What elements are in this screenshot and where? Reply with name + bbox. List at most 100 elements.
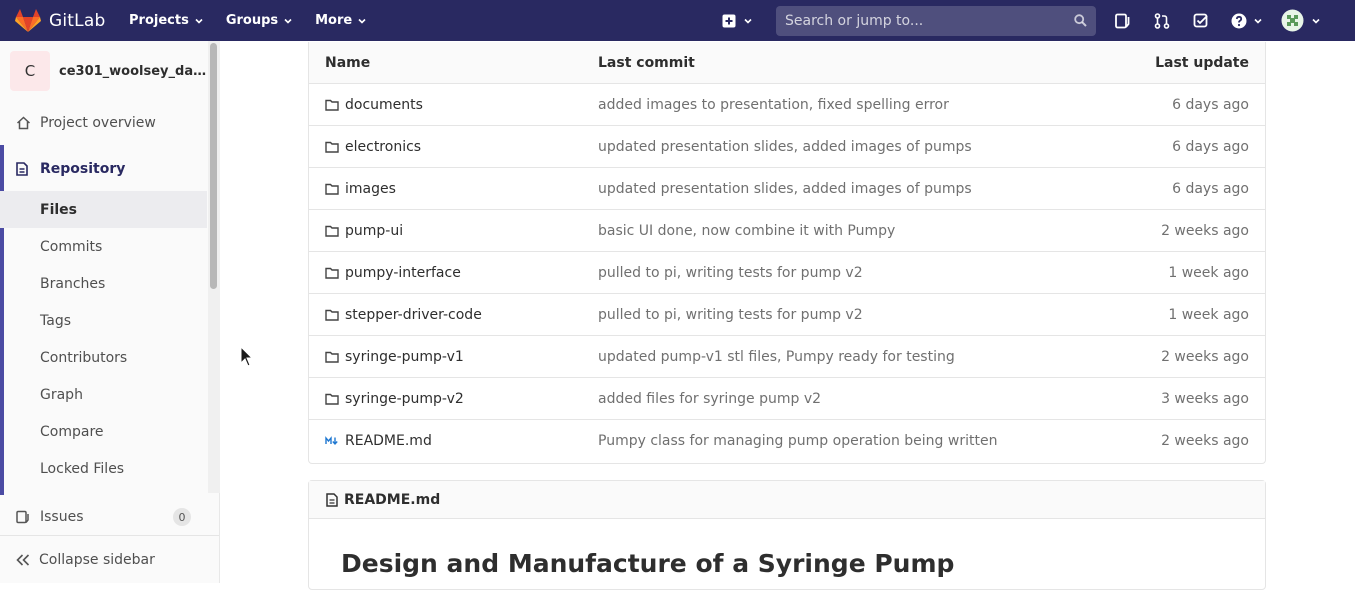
- file-name-cell[interactable]: syringe-pump-v1: [325, 349, 464, 365]
- table-row[interactable]: syringe-pump-v1 updated pump-v1 stl files…: [309, 336, 1265, 378]
- last-commit-message-link[interactable]: updated presentation slides, added image…: [598, 139, 972, 155]
- sidebar-subitem-tags[interactable]: Tags: [0, 302, 207, 339]
- chevron-down-icon: [358, 18, 366, 24]
- sidebar-item-repository[interactable]: Repository: [0, 155, 207, 183]
- folder-icon: [325, 99, 339, 111]
- table-row[interactable]: images updated presentation slides, added…: [309, 168, 1265, 210]
- last-commit-message-link[interactable]: basic UI done, now combine it with Pumpy: [598, 223, 895, 239]
- table-row[interactable]: README.md Pumpy class for managing pump o…: [309, 420, 1265, 462]
- sidebar-subitem-locked-files[interactable]: Locked Files: [0, 450, 207, 487]
- column-header-name: Name: [325, 54, 371, 71]
- column-header-last-update: Last update: [1155, 54, 1249, 71]
- table-row[interactable]: stepper-driver-code pulled to pi, writing…: [309, 294, 1265, 336]
- file-name-link[interactable]: images: [345, 181, 396, 197]
- file-name-cell[interactable]: README.md: [325, 433, 432, 449]
- last-update-time: 6 days ago: [1172, 138, 1249, 155]
- file-name-link[interactable]: stepper-driver-code: [345, 307, 482, 323]
- last-commit-message-link[interactable]: pulled to pi, writing tests for pump v2: [598, 265, 863, 281]
- last-update-time: 6 days ago: [1172, 180, 1249, 197]
- last-update-time: 2 weeks ago: [1161, 222, 1249, 239]
- sidebar-subitem-graph[interactable]: Graph: [0, 376, 207, 413]
- file-name-cell[interactable]: pumpy-interface: [325, 265, 461, 281]
- sidebar-item-issues[interactable]: Issues 0: [0, 505, 207, 529]
- table-row[interactable]: syringe-pump-v2 added files for syringe p…: [309, 378, 1265, 420]
- last-commit-message-link[interactable]: pulled to pi, writing tests for pump v2: [598, 307, 863, 323]
- collapse-sidebar-button[interactable]: Collapse sidebar: [0, 535, 219, 583]
- plus-square-icon: [722, 14, 736, 27]
- file-name-link[interactable]: pumpy-interface: [345, 265, 461, 281]
- nav-more-dropdown[interactable]: More: [315, 13, 367, 28]
- gitlab-logo-icon: [15, 8, 41, 32]
- file-name-link[interactable]: electronics: [345, 139, 421, 155]
- last-commit-message-link[interactable]: added images to presentation, fixed spel…: [598, 97, 949, 113]
- file-name-cell[interactable]: pump-ui: [325, 223, 403, 239]
- readme-heading: Design and Manufacture of a Syringe Pump: [341, 549, 955, 578]
- folder-icon: [325, 183, 339, 195]
- sidebar-item-label: Project overview: [40, 115, 156, 131]
- sidebar-subitem-commits[interactable]: Commits: [0, 228, 207, 265]
- last-update-time: 6 days ago: [1172, 96, 1249, 113]
- sidebar-subitem-label: Graph: [40, 386, 83, 403]
- chevron-down-icon: [284, 18, 292, 24]
- sidebar-item-label: Issues: [40, 509, 84, 525]
- sidebar-subitem-files[interactable]: Files: [0, 191, 207, 228]
- todos-shortcut-button[interactable]: [1192, 0, 1210, 41]
- sidebar-subitem-label: Tags: [40, 312, 71, 329]
- table-row[interactable]: pump-ui basic UI done, now combine it wit…: [309, 210, 1265, 252]
- last-commit-message-link[interactable]: added files for syringe pump v2: [598, 391, 821, 407]
- nav-projects-dropdown[interactable]: Projects: [129, 13, 204, 28]
- merge-request-icon: [1154, 12, 1170, 29]
- help-dropdown[interactable]: [1229, 0, 1265, 41]
- project-sidebar: C ce301_woolsey_dan... Project overview …: [0, 41, 220, 583]
- file-name-cell[interactable]: electronics: [325, 139, 421, 155]
- folder-icon: [325, 393, 339, 405]
- file-name-link[interactable]: syringe-pump-v1: [345, 349, 464, 365]
- file-name-cell[interactable]: stepper-driver-code: [325, 307, 482, 323]
- file-name-link[interactable]: documents: [345, 97, 423, 113]
- nav-more-label: More: [315, 13, 353, 28]
- folder-icon: [325, 267, 339, 279]
- search-icon[interactable]: [1074, 14, 1087, 27]
- readme-panel: README.md Design and Manufacture of a Sy…: [308, 480, 1266, 590]
- gitlab-logo-link[interactable]: GitLab: [15, 8, 115, 33]
- folder-icon: [325, 225, 339, 237]
- sidebar-item-project-overview[interactable]: Project overview: [0, 111, 207, 135]
- file-name-cell[interactable]: images: [325, 181, 396, 197]
- file-name-link[interactable]: pump-ui: [345, 223, 403, 239]
- issues-shortcut-button[interactable]: [1114, 0, 1132, 41]
- last-update-time: 3 weeks ago: [1161, 390, 1249, 407]
- last-update-time: 2 weeks ago: [1161, 433, 1249, 449]
- user-avatar-icon: [1281, 9, 1304, 32]
- table-row[interactable]: pumpy-interface pulled to pi, writing tes…: [309, 252, 1265, 294]
- user-menu-dropdown[interactable]: [1279, 0, 1323, 41]
- table-row[interactable]: documents added images to presentation, f…: [309, 84, 1265, 126]
- search-input[interactable]: [776, 13, 1066, 29]
- new-item-dropdown[interactable]: [722, 0, 753, 41]
- sidebar-subitem-branches[interactable]: Branches: [0, 265, 207, 302]
- project-avatar: C: [10, 51, 50, 91]
- search-box: [776, 6, 1096, 36]
- file-tree-table: Name Last commit Last update documents ad…: [308, 42, 1266, 464]
- table-row[interactable]: electronics updated presentation slides, …: [309, 126, 1265, 168]
- last-update-time: 1 week ago: [1168, 306, 1249, 323]
- nav-groups-label: Groups: [225, 13, 279, 28]
- last-commit-message-link[interactable]: updated pump-v1 stl files, Pumpy ready f…: [598, 349, 955, 365]
- file-name-link[interactable]: syringe-pump-v2: [345, 391, 464, 407]
- sidebar-subitem-contributors[interactable]: Contributors: [0, 339, 207, 376]
- readme-filename[interactable]: README.md: [344, 492, 440, 508]
- file-name-link[interactable]: README.md: [345, 433, 432, 449]
- file-name-cell[interactable]: syringe-pump-v2: [325, 391, 464, 407]
- sidebar-project-header[interactable]: C ce301_woolsey_dan...: [0, 41, 219, 101]
- sidebar-scrollbar[interactable]: [208, 41, 220, 493]
- last-update-time: 1 week ago: [1168, 264, 1249, 281]
- last-commit-message-link[interactable]: updated presentation slides, added image…: [598, 181, 972, 197]
- last-commit-message-link[interactable]: Pumpy class for managing pump operation …: [598, 433, 997, 449]
- sidebar-subitem-compare[interactable]: Compare: [0, 413, 207, 450]
- file-name-cell[interactable]: documents: [325, 97, 423, 113]
- navbar-right-icons: [1112, 0, 1323, 41]
- nav-groups-dropdown[interactable]: Groups: [226, 13, 293, 28]
- merge-requests-shortcut-button[interactable]: [1153, 0, 1171, 41]
- file-icon: [326, 492, 338, 507]
- folder-icon: [325, 141, 339, 153]
- sidebar-scrollbar-thumb[interactable]: [210, 43, 217, 289]
